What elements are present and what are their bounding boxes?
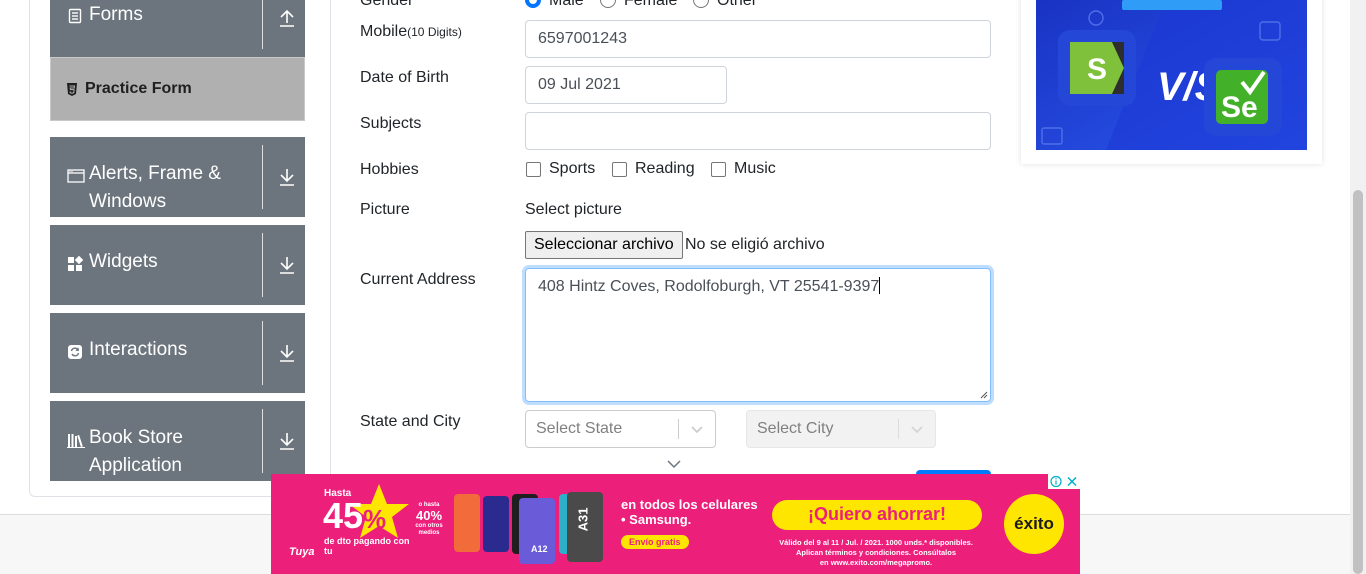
ad-legal-3: en www.exito.com/megapromo. [819,558,933,567]
svg-text:Se: Se [1221,91,1258,124]
sidebar-group-forms[interactable]: Forms [50,0,305,57]
state-placeholder: Select State [536,420,623,437]
chevron-down-icon [691,426,703,434]
ad-shipping-badge: Envío gratis [621,535,689,549]
text-caret [879,277,881,294]
gender-label-other[interactable]: Other [717,0,757,10]
ad-dto-text: de dto pagando con tu [324,536,410,556]
ad-katalon-vs-selenium[interactable]: S V/S Se [1036,0,1307,150]
divider [262,233,263,297]
subjects-label: Subjects [360,115,422,132]
ad-badge: o hasta 40% con otros medios [413,502,445,537]
arrow-down-icon[interactable] [277,343,297,363]
ad-info-icon[interactable] [1048,474,1064,489]
chevron-down-icon [667,460,681,469]
sidebar-group-title: Widgets [89,251,158,272]
gender-radio-other[interactable] [693,0,709,8]
mobile-hint: (10 Digits) [407,25,462,39]
divider [262,145,263,209]
ad-close-icon[interactable] [1064,474,1080,489]
arrow-down-icon[interactable] [277,167,297,187]
arrow-down-icon[interactable] [277,255,297,275]
ad-brand-logo: éxito [1014,514,1054,533]
file-status: No se eligió archivo [685,236,825,253]
ad-headline-1: en todos los celulares [621,497,758,512]
ad-exito-samsung[interactable]: Hasta 45% o hasta 40% con otros medios d… [271,474,1080,574]
choose-file-button[interactable]: Seleccionar archivo [525,231,683,259]
mobile-label: Mobile(10 Digits) [360,23,462,41]
state-city-label: State and City [360,413,461,430]
ad-legal-1: Válido del 9 al 11 / Jul. / 2021. 1000 u… [779,538,973,547]
mobile-label-text: Mobile [360,23,408,40]
chevron-down-icon [911,426,923,434]
html5-icon [67,83,77,96]
hobby-checkbox-reading[interactable] [612,162,627,177]
window-icon [67,169,85,183]
sidebar-group-interactions[interactable]: Interactions [50,313,305,393]
ad-headline-2: • Samsung. [621,512,692,527]
hobbies-label: Hobbies [360,161,419,178]
gender-radio-male[interactable] [525,0,541,8]
sidebar-item-label: Practice Form [85,80,192,97]
divider [262,409,263,473]
address-textarea[interactable]: 408 Hintz Coves, Rodolfoburgh, VT 25541-… [525,268,991,402]
form-icon [68,8,82,24]
address-label: Current Address [360,271,476,288]
sidebar-group-book-store[interactable]: Book Store Application [50,401,305,481]
divider [262,0,263,49]
sidebar-group-title: Interactions [89,339,188,360]
gender-radio-female[interactable] [600,0,616,8]
arrow-down-icon[interactable] [277,431,297,451]
hobby-label-reading[interactable]: Reading [635,160,695,178]
sidebar-item-practice-form[interactable]: Practice Form [50,57,305,121]
divider [262,321,263,385]
sidebar-group-title: Book Store Application [89,427,183,476]
ad-cta-button[interactable]: ¡Quiero ahorrar! [772,504,982,525]
ad-percent-value: 45 [323,495,364,536]
select-picture-text: Select picture [525,201,622,218]
ad-legal-2: Aplican términos y condiciones. Consúlta… [795,548,957,557]
ad-tuya-logo: Tuya [289,546,315,558]
resize-handle-icon[interactable] [980,391,988,399]
sidebar-group-title: Alerts, Frame & Windows [89,163,221,212]
city-select[interactable]: Select City [746,410,936,448]
state-select[interactable]: Select State [525,410,716,448]
hobby-label-sports[interactable]: Sports [549,160,595,178]
sidebar-group-widgets[interactable]: Widgets [50,225,305,305]
sidebar-group-alerts[interactable]: Alerts, Frame & Windows [50,137,305,217]
svg-text:S: S [1087,53,1107,86]
ad-phone-model-a31: A31 [575,507,591,532]
ad-badge-pct: 40% [415,508,443,523]
divider [898,419,899,439]
picture-label: Picture [360,201,410,218]
books-icon [67,434,85,448]
ad-big-percent: 45% [323,498,386,537]
hobby-checkbox-sports[interactable] [526,162,541,177]
widgets-icon [68,256,83,271]
gender-label-female[interactable]: Female [624,0,677,10]
sidebar-group-title: Forms [89,4,143,25]
dob-input[interactable]: 09 Jul 2021 [525,66,727,104]
gender-label: Gender [360,0,414,9]
mobile-input[interactable]: 6597001243 [525,20,991,58]
city-placeholder: Select City [757,420,834,437]
hobby-checkbox-music[interactable] [711,162,726,177]
interactions-icon [68,345,82,359]
arrow-up-icon[interactable] [277,8,297,28]
subjects-input[interactable] [525,112,991,150]
dob-label: Date of Birth [360,69,449,86]
hobby-label-music[interactable]: Music [734,160,776,178]
divider [678,419,679,439]
ad-percent-sign: % [363,504,387,534]
ad-phone-model-a12: A12 [531,544,548,554]
ad-badge-bottom: con otros medios [415,523,443,536]
address-text: 408 Hintz Coves, Rodolfoburgh, VT 25541-… [538,278,880,295]
ad-katalon-vs-selenium-graphic: S V/S Se [1036,0,1307,150]
gender-label-male[interactable]: Male [549,0,584,10]
scrollbar-thumb[interactable] [1353,190,1363,574]
